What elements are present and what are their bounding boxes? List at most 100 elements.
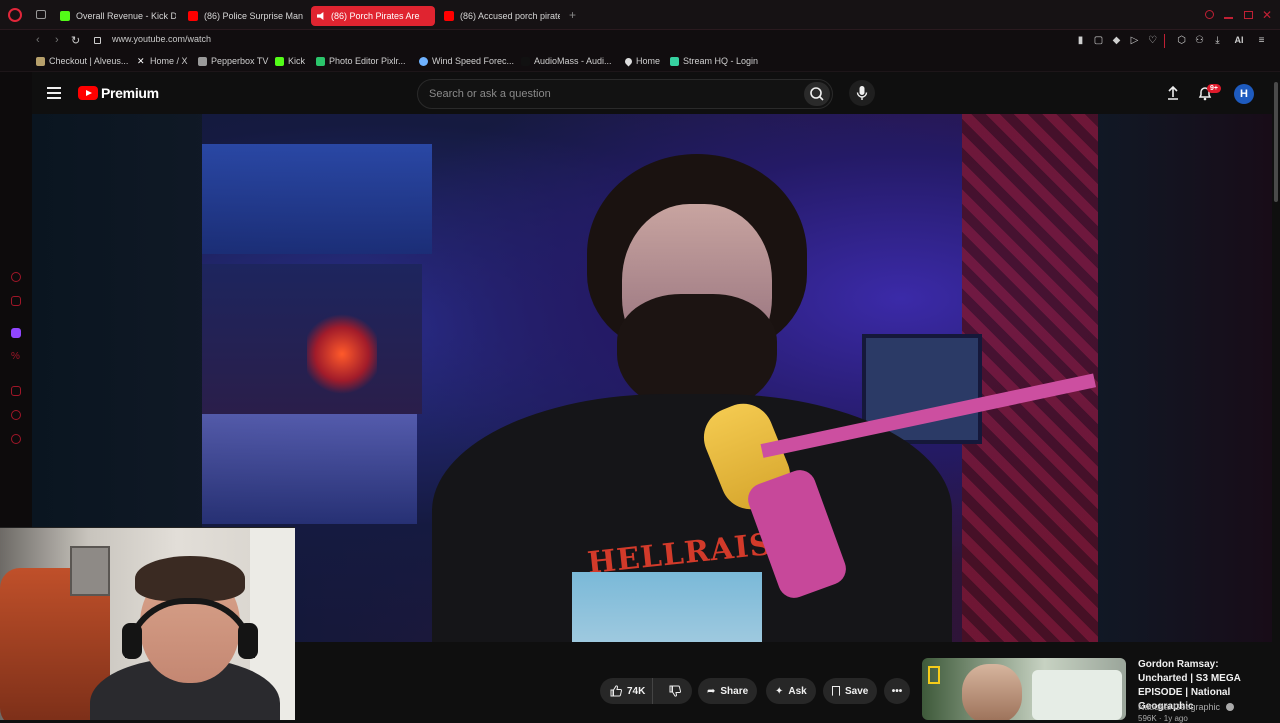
webcam-overlay xyxy=(0,527,295,720)
history-icon[interactable] xyxy=(11,410,21,420)
account-icon[interactable]: ⚇ xyxy=(1194,35,1205,46)
aria-ai-icon[interactable]: AI xyxy=(1230,35,1248,46)
dislike-button[interactable] xyxy=(658,678,692,704)
bookmark-item[interactable]: ✕ Home / X xyxy=(137,56,188,66)
sparkle-icon: ✦ xyxy=(775,685,784,697)
like-dislike-segment: 74K xyxy=(600,678,692,704)
youtube-premium-logo[interactable]: Premium xyxy=(101,85,159,101)
bookmark-label: AudioMass - Audi... xyxy=(534,56,612,66)
video-player[interactable]: HELLRAISER xyxy=(202,114,1098,642)
upload-icon[interactable] xyxy=(1164,84,1182,102)
sidebar-notes-icon[interactable] xyxy=(11,386,21,396)
youtube-logo-icon[interactable] xyxy=(78,86,98,100)
microphone-icon xyxy=(856,86,868,100)
bookmark-item[interactable]: Stream HQ - Login xyxy=(670,56,758,66)
bookmark-item[interactable]: Photo Editor Pixlr... xyxy=(316,56,406,66)
recommended-video[interactable]: Gordon Ramsay: Uncharted | S3 MEGA EPISO… xyxy=(922,656,1272,723)
menu-icon[interactable]: ≡ xyxy=(1256,35,1267,46)
thumbnail-vehicle xyxy=(1032,670,1122,720)
account-avatar[interactable]: H xyxy=(1234,84,1254,104)
download-icon[interactable]: ⤓ xyxy=(1212,35,1223,46)
bookmark-favicon-icon xyxy=(198,56,207,66)
sidebar-percent-icon[interactable]: % xyxy=(11,352,21,362)
bookmark-item[interactable]: Pepperbox TV xyxy=(198,56,268,66)
recommendation-channel[interactable]: National Geographic xyxy=(1138,702,1234,712)
streamer-hair xyxy=(135,556,245,601)
bookmark-label: Photo Editor Pixlr... xyxy=(329,56,406,66)
ask-label: Ask xyxy=(788,685,807,697)
voice-search-button[interactable] xyxy=(849,80,875,106)
thumbnail-person xyxy=(962,664,1022,720)
tab-accused-porch-pirate[interactable]: (86) Accused porch pirate xyxy=(438,6,560,26)
bookmark-favicon-icon xyxy=(521,56,530,66)
video-actions: 74K ➦ Share ✦ Ask Save ••• xyxy=(600,678,920,704)
forward-icon[interactable]: › xyxy=(55,34,59,46)
tab-label: (86) Accused porch pirate xyxy=(460,11,560,21)
reload-icon[interactable]: ↻ xyxy=(71,34,80,47)
tab-police-surprise[interactable]: (86) Police Surprise Man T xyxy=(182,6,304,26)
bookmark-item[interactable]: AudioMass - Audi... xyxy=(521,56,612,66)
opera-logo-icon[interactable] xyxy=(8,8,22,22)
search-tabs-icon[interactable] xyxy=(1205,10,1214,19)
address-bar: ‹ › ↻ www.youtube.com/watch ▮ ▢ ◆ ▷ ♡ ⬡ … xyxy=(0,30,1280,52)
back-icon[interactable]: ‹ xyxy=(36,34,40,46)
like-button[interactable]: 74K xyxy=(600,678,654,704)
glowing-decor xyxy=(307,314,377,394)
sidebar-shop-icon[interactable] xyxy=(11,296,21,306)
twitch-icon[interactable] xyxy=(11,328,21,338)
shelf-decor xyxy=(202,144,432,254)
search-input[interactable]: Search or ask a question xyxy=(429,88,551,100)
workspaces-icon[interactable] xyxy=(36,10,46,19)
maximize-button[interactable] xyxy=(1244,11,1253,19)
share-button[interactable]: ➦ Share xyxy=(698,678,758,704)
shirt-print-art xyxy=(572,572,762,642)
shelf-decor xyxy=(202,414,417,524)
save-label: Save xyxy=(845,685,869,697)
more-actions-button[interactable]: ••• xyxy=(884,678,910,704)
tab-label: Overall Revenue - Kick Das xyxy=(76,11,176,21)
verified-icon xyxy=(1225,703,1234,711)
url-field[interactable]: www.youtube.com/watch xyxy=(112,34,211,44)
recommendation-thumbnail[interactable] xyxy=(922,658,1126,720)
shield-icon[interactable]: ◆ xyxy=(1111,35,1122,46)
sidebar-speed-dial-icon[interactable] xyxy=(11,272,21,282)
save-bookmark-icon xyxy=(832,686,840,696)
scrollbar-thumb[interactable] xyxy=(1274,82,1278,202)
ask-button[interactable]: ✦ Ask xyxy=(766,678,816,704)
play-icon[interactable]: ▷ xyxy=(1129,35,1140,46)
search-box[interactable]: Search or ask a question xyxy=(417,79,833,109)
bookmark-item[interactable]: Wind Speed Forec... xyxy=(419,56,514,66)
extensions-icon[interactable]: ⬡ xyxy=(1176,35,1187,46)
audio-playing-icon xyxy=(317,12,324,20)
bookmark-item[interactable]: Checkout | Alveus... xyxy=(36,56,128,66)
bookmarks-bar: Checkout | Alveus... ✕ Home / X Pepperbox… xyxy=(0,52,1280,72)
bookmark-favicon-icon xyxy=(419,56,428,66)
tab-overall-revenue[interactable]: Overall Revenue - Kick Das xyxy=(54,6,176,26)
bookmark-icon[interactable]: ▮ xyxy=(1075,35,1086,46)
minimize-button[interactable] xyxy=(1224,17,1233,19)
settings-icon[interactable] xyxy=(11,434,21,444)
bookmark-item[interactable]: Home xyxy=(623,56,660,66)
kick-favicon-icon xyxy=(275,56,284,66)
search-button[interactable] xyxy=(804,82,830,106)
close-window-button[interactable]: ✕ xyxy=(1262,8,1272,22)
new-tab-button[interactable]: + xyxy=(569,8,576,22)
youtube-favicon-icon xyxy=(444,11,454,21)
tab-label: (86) Police Surprise Man T xyxy=(204,11,304,21)
heart-icon[interactable]: ♡ xyxy=(1147,35,1158,46)
snapshot-icon[interactable]: ▢ xyxy=(1093,35,1104,46)
tab-porch-pirates[interactable]: (86) Porch Pirates Are xyxy=(311,6,435,26)
page-scrollbar[interactable] xyxy=(1272,72,1280,720)
webcam-frame-decor xyxy=(70,546,110,596)
location-pin-icon xyxy=(623,56,634,66)
hamburger-menu-icon[interactable] xyxy=(47,87,61,99)
browser-tab-bar: Overall Revenue - Kick Das (86) Police S… xyxy=(0,0,1280,30)
bookmark-favicon-icon xyxy=(36,56,45,66)
bookmark-item[interactable]: Kick xyxy=(275,56,305,66)
bookmark-favicon-icon xyxy=(316,56,325,66)
bookmark-label: Kick xyxy=(288,56,306,66)
bookmark-label: Pepperbox TV xyxy=(211,56,269,66)
lock-icon xyxy=(94,37,101,44)
save-button[interactable]: Save xyxy=(823,678,878,704)
tab-label: (86) Porch Pirates Are xyxy=(331,11,420,21)
